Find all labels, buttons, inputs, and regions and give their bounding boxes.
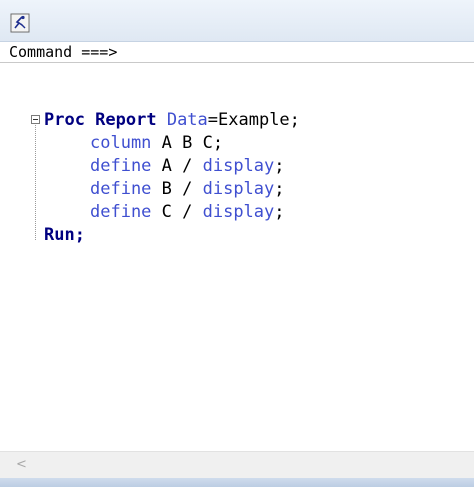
code-editor[interactable]: Proc Report Data=Example; column A B C; … [0, 63, 474, 451]
code-line-5: define C / display; [90, 201, 285, 224]
command-input[interactable] [150, 43, 466, 60]
code-token: column [90, 133, 162, 153]
program-editor-window: Command ===> Proc Report Data=Example; c… [0, 0, 474, 487]
code-token: display [202, 202, 275, 222]
horizontal-scrollbar[interactable]: < [0, 451, 474, 479]
code-token: A B C; [161, 133, 224, 153]
code-token: Proc Report [44, 110, 167, 130]
code-line-2: column A B C; [90, 132, 223, 155]
fold-guide-line [35, 125, 37, 240]
code-token: ; [274, 156, 285, 176]
editor-toolbar [0, 0, 474, 42]
code-token: display [202, 156, 275, 176]
code-token: B / [161, 179, 203, 199]
code-line-6: Run; [44, 224, 85, 247]
code-token: Run; [44, 225, 85, 245]
code-token: C / [161, 202, 203, 222]
code-token: display [202, 179, 275, 199]
code-token: define [90, 202, 162, 222]
code-line-1: Proc Report Data=Example; [44, 109, 300, 132]
code-token: A / [161, 156, 203, 176]
code-token: ; [274, 202, 285, 222]
code-token: define [90, 156, 162, 176]
code-token: ; [274, 179, 285, 199]
code-token: define [90, 179, 162, 199]
window-bottom-border [0, 478, 474, 487]
code-line-3: define A / display; [90, 155, 285, 178]
code-token: Data [166, 110, 208, 130]
scroll-left-arrow-icon[interactable]: < [16, 458, 27, 472]
code-token: =Example; [207, 110, 300, 130]
sas-program-editor-icon[interactable] [10, 13, 30, 33]
command-label: Command ===> [9, 43, 118, 61]
code-line-4: define B / display; [90, 178, 285, 201]
command-bar: Command ===> [0, 42, 474, 63]
collapse-toggle-icon[interactable] [31, 115, 40, 124]
